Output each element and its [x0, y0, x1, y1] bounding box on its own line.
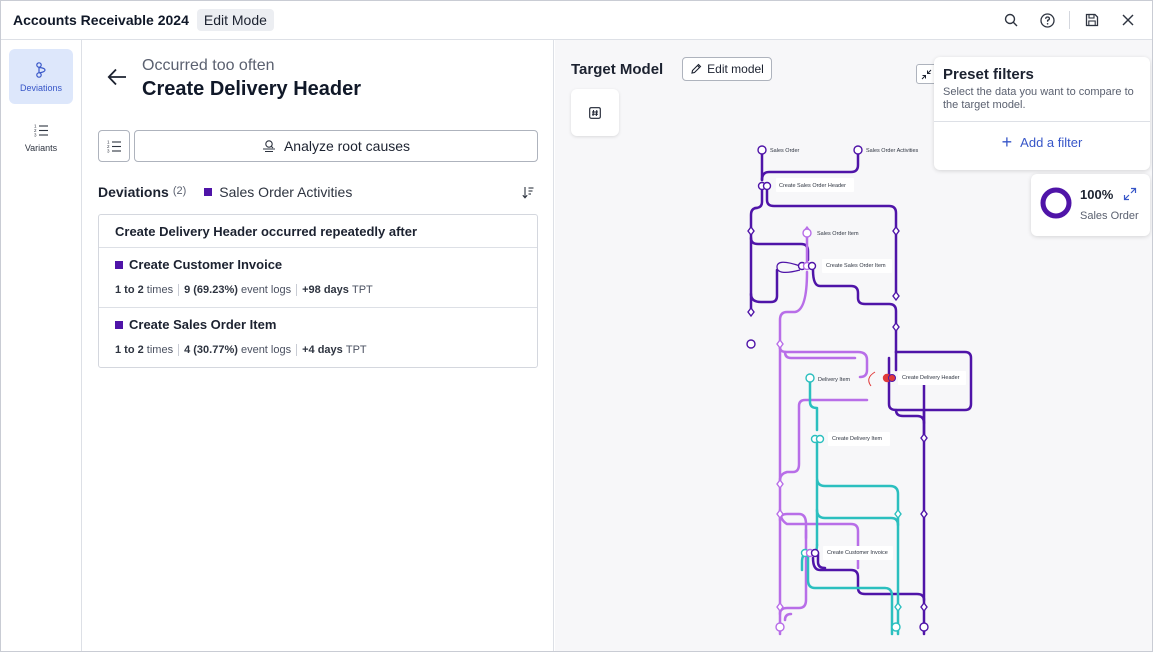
- page-title: Create Delivery Header: [142, 78, 362, 100]
- plus-icon: +: [1001, 132, 1013, 152]
- collapse-icon: [921, 69, 932, 80]
- coverage-value: 100%: [1080, 187, 1114, 202]
- close-icon[interactable]: [1110, 5, 1146, 35]
- numbered-list-icon: 123: [107, 139, 121, 153]
- item-name: Create Customer Invoice: [129, 257, 283, 272]
- list-item-title: Create Sales Order Item: [115, 317, 521, 332]
- add-filter-button[interactable]: + Add a filter: [934, 132, 1150, 152]
- svg-text:3: 3: [107, 149, 110, 154]
- item-tpt: +98 days: [302, 284, 349, 296]
- preset-filters-panel: Preset filters Select the data you want …: [934, 57, 1150, 170]
- item-metrics: 1 to 2 times 4 (30.77%) event logs +4 da…: [115, 344, 521, 356]
- hash-icon: [589, 106, 601, 119]
- deviation-card: Create Delivery Header occurred repeated…: [98, 214, 538, 368]
- root-cause-icon: [262, 139, 276, 153]
- top-actions: [993, 1, 1146, 39]
- preset-description: Select the data you want to compare to t…: [943, 86, 1134, 111]
- item-logs: 9 (69.23%): [184, 284, 238, 296]
- add-filter-label: Add a filter: [1020, 135, 1083, 150]
- target-model-canvas[interactable]: Sales Order Sales Order Activities Creat…: [555, 40, 1152, 651]
- variants-icon: 123: [34, 121, 48, 139]
- item-logs-unit: event logs: [240, 284, 292, 296]
- edit-model-button[interactable]: Edit model: [682, 57, 772, 81]
- item-times-unit: times: [146, 284, 174, 296]
- item-tpt: +4 days: [302, 344, 343, 356]
- item-times-unit: times: [146, 344, 174, 356]
- deviation-panel: Occurred too often Create Delivery Heade…: [82, 40, 554, 651]
- help-icon[interactable]: [1029, 5, 1065, 35]
- preset-divider: [934, 121, 1150, 122]
- top-bar: Accounts Receivable 2024 Edit Mode: [1, 1, 1152, 40]
- target-model-title: Target Model: [571, 61, 664, 78]
- deviations-label: Deviations: [98, 184, 169, 200]
- coverage-label: Sales Order: [1080, 210, 1139, 222]
- legend-swatch: [204, 188, 213, 196]
- item-swatch: [115, 320, 123, 329]
- rework-loop: [868, 371, 876, 387]
- analyze-root-causes-button[interactable]: Analyze root causes: [134, 130, 538, 162]
- coverage-ring: [1040, 187, 1072, 219]
- sort-icon[interactable]: [518, 182, 538, 202]
- toolbar-divider: [1069, 11, 1070, 29]
- item-tpt-unit: TPT: [351, 284, 373, 296]
- left-rail: Deviations 123 Variants: [1, 40, 82, 651]
- analyze-label: Analyze root causes: [283, 138, 411, 154]
- list-item-title: Create Customer Invoice: [115, 257, 521, 272]
- self-loop: [776, 261, 801, 273]
- list-item[interactable]: Create Customer Invoice 1 to 2 times 9 (…: [99, 248, 537, 308]
- metric-divider: [296, 344, 298, 356]
- mode-badge[interactable]: Edit Mode: [196, 9, 274, 31]
- legend-label: Sales Order Activities: [219, 184, 353, 200]
- expand-icon[interactable]: [1123, 187, 1137, 206]
- card-heading: Create Delivery Header occurred repeated…: [99, 215, 537, 248]
- item-tpt-unit: TPT: [345, 344, 367, 356]
- metric-divider: [296, 284, 298, 296]
- back-arrow-icon[interactable]: [106, 66, 130, 90]
- item-name: Create Sales Order Item: [129, 317, 277, 332]
- deviations-icon: [34, 61, 48, 79]
- item-logs: 4 (30.77%): [184, 344, 238, 356]
- preset-title: Preset filters: [943, 66, 1034, 83]
- rail-label-deviations: Deviations: [19, 82, 63, 93]
- rail-label-variants: Variants: [24, 142, 58, 153]
- search-icon[interactable]: [993, 5, 1029, 35]
- deviations-count: (2): [172, 184, 187, 197]
- item-swatch: [115, 260, 123, 269]
- save-icon[interactable]: [1074, 5, 1110, 35]
- metric-divider: [178, 344, 180, 356]
- svg-text:3: 3: [34, 132, 37, 137]
- object-coverage-card: 100% Sales Order: [1031, 174, 1150, 236]
- deviation-subtitle: Occurred too often: [142, 57, 275, 74]
- pencil-icon: [690, 63, 702, 75]
- hash-toggle-button[interactable]: [571, 89, 619, 136]
- app-window: Accounts Receivable 2024 Edit Mode Devia…: [0, 0, 1153, 652]
- item-times: 1 to 2: [115, 344, 144, 356]
- rail-item-deviations[interactable]: Deviations: [9, 49, 73, 104]
- deviations-header: Deviations (2) Sales Order Activities: [98, 182, 538, 202]
- item-logs-unit: event logs: [240, 344, 292, 356]
- edit-model-label: Edit model: [707, 62, 764, 76]
- app-title: Accounts Receivable 2024: [13, 12, 189, 28]
- list-item[interactable]: Create Sales Order Item 1 to 2 times 4 (…: [99, 308, 537, 368]
- item-metrics: 1 to 2 times 9 (69.23%) event logs +98 d…: [115, 284, 521, 296]
- list-view-button[interactable]: 123: [98, 130, 130, 162]
- rail-item-variants[interactable]: 123 Variants: [9, 109, 73, 164]
- metric-divider: [178, 284, 180, 296]
- item-times: 1 to 2: [115, 284, 144, 296]
